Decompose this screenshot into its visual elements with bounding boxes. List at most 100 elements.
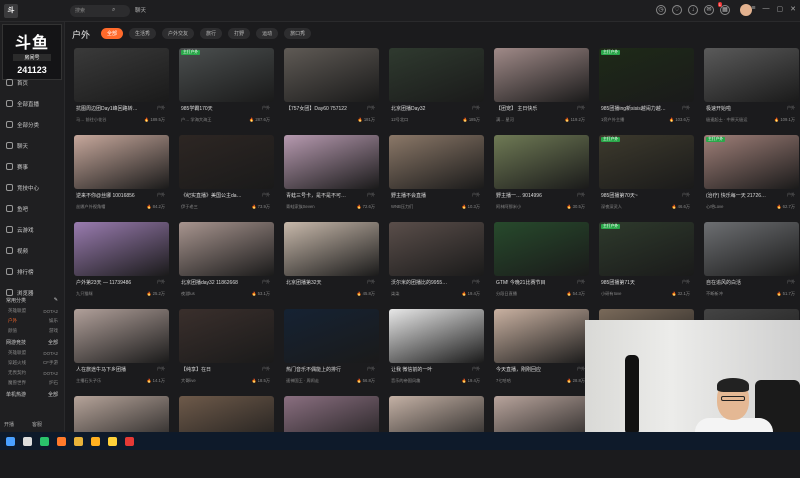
- stream-card[interactable]: 主打户外 985团播ing新sisis越闹力越… 户外 1旁户外主播 103.6万: [599, 48, 694, 130]
- stream-thumbnail[interactable]: [494, 48, 589, 102]
- stream-thumbnail[interactable]: [179, 222, 274, 276]
- sidebar-item-all-categories[interactable]: 全部分类: [0, 114, 64, 135]
- category-link[interactable]: 娱乐: [49, 318, 58, 324]
- category-link[interactable]: 英雄联盟: [8, 350, 26, 356]
- stream-thumbnail[interactable]: [389, 222, 484, 276]
- sidebar-item-all-live[interactable]: 全部直播: [0, 93, 64, 114]
- view-all-link[interactable]: 全部: [48, 339, 58, 346]
- stream-card[interactable]: 主打户外 985团播第70天~ 户外深夜深灵人 46.6万: [599, 135, 694, 217]
- app-icon[interactable]: [91, 436, 100, 446]
- stream-thumbnail[interactable]: [494, 309, 589, 363]
- category-link-active[interactable]: 户外: [8, 318, 17, 324]
- stream-thumbnail[interactable]: 主打户外: [599, 222, 694, 276]
- sidebar-item-competition[interactable]: 竞技中心: [0, 177, 64, 198]
- category-link[interactable]: 游戏: [49, 328, 58, 334]
- sidebar-item-cloud-game[interactable]: 云游戏: [0, 219, 64, 240]
- stream-card[interactable]: 让我 微信前的一叶 户外音乐的帝国风趣 19.4万: [389, 309, 484, 391]
- stream-card[interactable]: 野主播不会直播 户外 WNB压力们 10.3万: [389, 135, 484, 217]
- stream-thumbnail[interactable]: [494, 135, 589, 189]
- sidebar-item-home[interactable]: 首页: [0, 72, 64, 93]
- windows-start-icon[interactable]: [6, 436, 15, 446]
- stream-card[interactable]: 【757女团】Day60 757122 户外 181万: [284, 48, 379, 130]
- download-icon[interactable]: ↓: [688, 5, 698, 15]
- stream-card[interactable]: 北京团播day32 11862668 户外夜游lus 53.1万: [179, 222, 274, 304]
- grid-icon[interactable]: ▦: [720, 5, 730, 15]
- stream-card[interactable]: 青蛙三号卡，是不是不可… 户外青蛙家族Seven 72.6万: [284, 135, 379, 217]
- tab-travel[interactable]: 旅行: [200, 28, 223, 39]
- search-icon[interactable]: ⌕: [112, 6, 120, 14]
- stream-thumbnail[interactable]: [704, 222, 799, 276]
- stream-card[interactable]: 户外第23天 — 11739486 户外九只猫咪 25.2万: [74, 222, 169, 304]
- wechat-icon[interactable]: [40, 436, 49, 446]
- category-link[interactable]: 颜值: [8, 328, 17, 334]
- stream-card[interactable]: 【团宠】 主日快乐 户外满… 星河 119.2万: [494, 48, 589, 130]
- tab-all[interactable]: 全部: [101, 28, 124, 39]
- stream-card[interactable]: 野主播一… 9014996 户外阿林阿那米小 30.5万: [494, 135, 589, 217]
- sidebar-item-chat[interactable]: 聊天: [0, 135, 64, 156]
- stream-thumbnail[interactable]: [284, 222, 379, 276]
- stream-thumbnail[interactable]: [284, 48, 379, 102]
- stream-card[interactable]: 逆来不你@丝娜 10016856 户外丝娜户外视角帽 84.2万: [74, 135, 169, 217]
- stream-card[interactable]: 抗图周边团Day1峰回路转… 户外马… 前往小花谷 189.5万: [74, 48, 169, 130]
- tab-sports[interactable]: 运动: [256, 28, 279, 39]
- chrome-icon[interactable]: [74, 436, 83, 446]
- stream-card[interactable]: 自在追风的白活 户外不断新冲 51.7万: [704, 222, 799, 304]
- stream-card[interactable]: GTM! 今晚21比赛节目 户外分段日直播 54.3万: [494, 222, 589, 304]
- stream-thumbnail[interactable]: 主打户外: [599, 48, 694, 102]
- sidebar-item-video[interactable]: 视频: [0, 240, 64, 261]
- tab-talk-show[interactable]: 旅口秀: [284, 28, 312, 39]
- close-icon[interactable]: ✕: [790, 5, 796, 13]
- start-stream-button[interactable]: 开播: [4, 421, 14, 428]
- sidebar-item-events[interactable]: 赛事: [0, 156, 64, 177]
- tab-outdoor-social[interactable]: 户外交友: [162, 28, 195, 39]
- netease-icon[interactable]: [125, 436, 134, 446]
- stream-thumbnail[interactable]: [284, 135, 379, 189]
- stream-thumbnail[interactable]: [74, 48, 169, 102]
- search-input[interactable]: 搜索: [70, 5, 130, 17]
- category-link[interactable]: DOTA2: [43, 309, 58, 314]
- category-link[interactable]: 魔兽世界: [8, 380, 26, 386]
- stream-thumbnail[interactable]: 主打户外: [599, 135, 694, 189]
- category-link[interactable]: 炉石: [49, 380, 58, 386]
- stream-thumbnail[interactable]: 主打户外: [704, 135, 799, 189]
- stream-card[interactable]: 沃尔米的团播比的9955… 户外柒柒 19.4万: [389, 222, 484, 304]
- stream-card[interactable]: 《纪实直播》美国公主da… 户外伊于老三 73.9万: [179, 135, 274, 217]
- stream-thumbnail[interactable]: [494, 222, 589, 276]
- view-all-link[interactable]: 全部: [48, 391, 58, 398]
- sidebar-item-ranking[interactable]: 排行榜: [0, 261, 64, 282]
- stream-thumbnail[interactable]: [74, 309, 169, 363]
- stream-card[interactable]: 【纯享】在日 户外大哥live 18.5万: [179, 309, 274, 391]
- stream-thumbnail[interactable]: [389, 135, 484, 189]
- stream-thumbnail[interactable]: [389, 48, 484, 102]
- category-link[interactable]: DOTA2: [43, 351, 58, 356]
- message-icon[interactable]: ✉: [704, 5, 714, 15]
- support-button[interactable]: 客服: [32, 421, 42, 428]
- menu-icon[interactable]: ≡: [751, 5, 755, 13]
- stream-thumbnail[interactable]: [74, 135, 169, 189]
- circle-app-icon[interactable]: [108, 436, 117, 446]
- minimize-icon[interactable]: —: [763, 5, 770, 13]
- tab-life-show[interactable]: 生活秀: [129, 28, 157, 39]
- edit-icon[interactable]: ✎: [54, 297, 58, 303]
- category-link[interactable]: 英雄联盟: [8, 308, 26, 314]
- category-link[interactable]: CF手游: [43, 360, 58, 366]
- stream-card[interactable]: 主打户外 985团播第71天 户外小研有Iove 32.1万: [599, 222, 694, 304]
- chat-link[interactable]: 聊天: [135, 6, 146, 14]
- category-link[interactable]: DOTA2: [43, 371, 58, 376]
- avatar[interactable]: [740, 4, 752, 16]
- stream-card[interactable]: 北京团播Day32 户外 12号北口 185万: [389, 48, 484, 130]
- tab-wild[interactable]: 打野: [228, 28, 251, 39]
- stream-card[interactable]: 今天直播，刚刚回应 户外 7七哈哈 28.8万: [494, 309, 589, 391]
- search-icon[interactable]: [23, 436, 32, 446]
- maximize-icon[interactable]: ▢: [777, 5, 784, 13]
- douyu-icon[interactable]: [57, 436, 66, 446]
- heart-icon[interactable]: ♡: [672, 5, 682, 15]
- stream-thumbnail[interactable]: [284, 309, 379, 363]
- stream-card[interactable]: 北京团播第32天 户外 45.8万: [284, 222, 379, 304]
- stream-thumbnail[interactable]: [74, 222, 169, 276]
- stream-thumbnail[interactable]: [704, 48, 799, 102]
- category-link[interactable]: 无畏契约: [8, 370, 26, 376]
- stream-card[interactable]: 人在旅途牛马下乡团播 户外主播石头子乐 14.1万: [74, 309, 169, 391]
- stream-thumbnail[interactable]: [179, 309, 274, 363]
- app-logo[interactable]: 斗: [4, 4, 18, 18]
